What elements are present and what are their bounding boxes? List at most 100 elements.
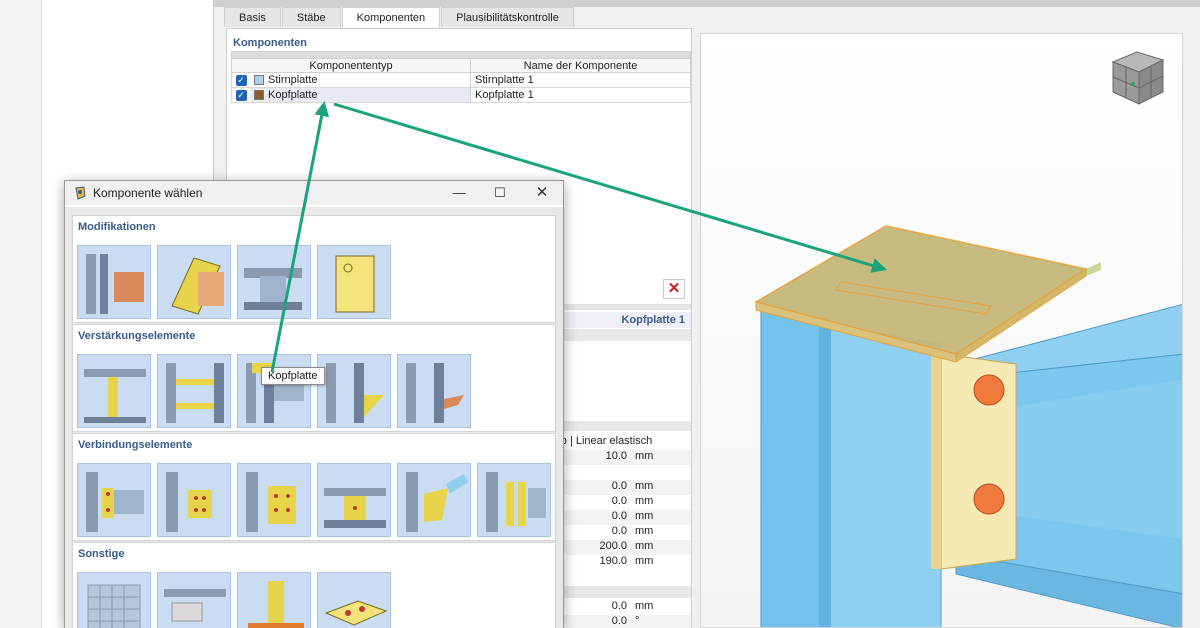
thumb-graphic [166,472,212,532]
row-checkbox-cell: ✓ [232,88,250,102]
thumb-kopfplatte[interactable] [237,354,311,428]
thumb-stiffener-5[interactable] [397,354,471,428]
thumb-other-4[interactable] [317,572,391,628]
thumb-modification-1[interactable] [77,245,151,319]
table-row[interactable]: ✓ Stirnplatte Stirnplatte 1 [231,73,691,88]
thumb-other-3[interactable] [237,572,311,628]
thumb-other-1[interactable] [77,572,151,628]
thumb-connection-3[interactable] [237,463,311,537]
checkbox-checked-icon[interactable]: ✓ [235,74,247,86]
table-row[interactable]: ✓ Kopfplatte Kopfplatte 1 [231,88,691,103]
property-row[interactable]: 0.0 mm [551,525,691,540]
thumb-graphic [246,363,304,423]
thumb-graphic [246,472,296,532]
thumb-modification-3[interactable] [237,245,311,319]
thumb-graphic [324,488,386,528]
color-swatch [254,75,264,85]
property-row[interactable]: 0.0 mm [551,480,691,495]
thumb-graphic [166,363,224,423]
tab-plausibilitaetskontrolle[interactable]: Plausibilitätskontrolle [441,7,574,27]
components-table: Komponententyp Name der Komponente ✓ Sti… [231,51,691,103]
thumb-stiffener-2[interactable] [157,354,231,428]
thumb-other-2[interactable] [157,572,231,628]
group-title: Verstärkungselemente [78,330,196,342]
komponente-waehlen-dialog: Komponente wählen — ☐ ✕ Modifikationen V… [64,180,564,628]
property-unit: mm [635,510,654,522]
thumb-stiffener-1[interactable] [77,354,151,428]
group-title: Sonstige [78,548,125,560]
group-title: Verbindungselemente [78,439,193,451]
thumb-graphic [324,600,388,626]
navigation-cube-icon[interactable] [1107,46,1169,108]
property-unit: mm [635,450,654,462]
section-title-komponenten: Komponenten [233,37,307,49]
property-row[interactable]: 0.0 mm [551,600,691,615]
thumb-graphic [248,581,304,628]
thumb-graphic [171,257,224,315]
row-checkbox-cell: ✓ [232,73,250,87]
property-row[interactable]: 0.0 mm [551,495,691,510]
property-unit: mm [635,495,654,507]
dialog-titlebar[interactable]: Komponente wählen — ☐ ✕ [65,181,563,205]
property-row[interactable]: 0.0 ° [551,615,691,628]
thumb-graphic [84,369,146,423]
property-unit: mm [635,555,654,567]
group-title: Modifikationen [78,221,156,233]
thumb-connection-2[interactable] [157,463,231,537]
property-unit: mm [635,525,654,537]
table-header: Komponententyp Name der Komponente [231,58,691,73]
dialog-title: Komponente wählen [93,186,203,200]
component-type-label: Stirnplatte [268,74,318,86]
tab-komponenten[interactable]: Komponenten [341,7,441,27]
tooltip-kopfplatte: Kopfplatte [261,367,325,385]
thumb-graphic [87,584,141,628]
thumb-stiffener-4[interactable] [317,354,391,428]
thumb-connection-4[interactable] [317,463,391,537]
tab-basis[interactable]: Basis [224,7,281,27]
tab-bar: Basis Stäbe Komponenten Plausibilitätsko… [224,7,575,27]
property-row[interactable]: 190.0 mm [551,555,691,570]
component-name-cell[interactable]: Stirnplatte 1 [471,73,690,87]
properties-header-label: Kopfplatte 1 [621,314,685,326]
thumb-graphic [406,363,464,423]
thumb-graphic [86,472,144,532]
thumb-graphic [326,363,384,423]
top-band [214,0,1200,7]
thumb-modification-4[interactable] [317,245,391,319]
property-unit: mm [635,540,654,552]
thumb-graphic [86,254,144,314]
column-header-type[interactable]: Komponententyp [232,59,471,72]
thumb-graphic [406,472,468,532]
app-icon [75,186,86,200]
property-row[interactable]: 10.0 mm [551,450,691,465]
close-icon[interactable]: ✕ [532,184,552,202]
material-value: rop | Linear elastisch [551,435,653,447]
thumb-graphic [244,268,302,310]
left-toolbar-strip [0,0,42,628]
table-top-band [231,51,691,58]
maximize-icon[interactable]: ☐ [490,184,510,202]
property-unit: ° [635,615,640,627]
column-header-name[interactable]: Name der Komponente [471,59,690,72]
tab-staebe[interactable]: Stäbe [281,7,341,27]
thumb-modification-2[interactable] [157,245,231,319]
color-swatch [254,90,264,100]
thumb-connection-6[interactable] [477,463,551,537]
delete-x-icon[interactable]: ✕ [663,279,685,299]
component-type-cell[interactable]: Kopfplatte [250,88,471,102]
thumb-graphic [335,255,375,313]
component-name-cell[interactable]: Kopfplatte 1 [471,88,690,102]
thumb-graphic [164,589,226,622]
thumb-connection-1[interactable] [77,463,151,537]
thumb-graphic [486,472,546,532]
property-unit: mm [635,480,654,492]
thumb-connection-5[interactable] [397,463,471,537]
property-row[interactable]: 0.0 mm [551,510,691,525]
steel-connection-model [754,225,1182,627]
3d-model-view[interactable] [700,33,1183,628]
component-type-cell[interactable]: Stirnplatte [250,73,471,87]
minimize-icon[interactable]: — [449,184,469,202]
component-type-label: Kopfplatte [268,89,318,101]
checkbox-checked-icon[interactable]: ✓ [235,89,247,101]
property-row[interactable]: 200.0 mm [551,540,691,555]
